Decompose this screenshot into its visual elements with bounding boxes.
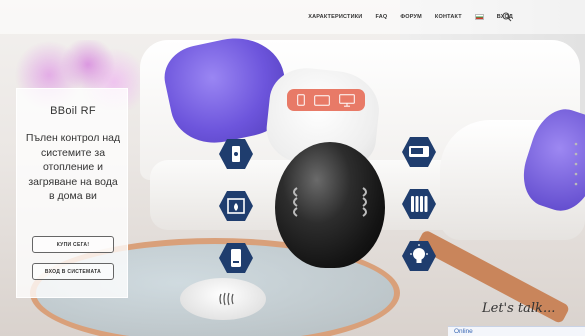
nav-item-features[interactable]: ХАРАКТЕРИСТИКИ: [308, 14, 362, 20]
nav-item-contact[interactable]: КОНТАКТ: [435, 14, 462, 20]
bboil-device-product: [275, 142, 385, 268]
light-bulb-icon[interactable]: [401, 240, 437, 272]
wall-switch-icon[interactable]: [218, 138, 254, 170]
top-navigation-bar: ХАРАКТЕРИСТИКИ FAQ ФОРУМ КОНТАКТ ВХОД: [0, 0, 585, 34]
nav-item-faq[interactable]: FAQ: [375, 14, 387, 20]
nav-item-forum[interactable]: ФОРУМ: [400, 14, 422, 20]
chat-sign-text: Let's talk...: [481, 301, 555, 316]
radiator-icon[interactable]: [401, 188, 437, 220]
desktop-icon[interactable]: [338, 93, 355, 107]
promo-panel: BBoil RF Пълен контрол над системите за …: [16, 88, 128, 298]
slider-dots[interactable]: [574, 140, 578, 200]
water-heater-icon[interactable]: [218, 242, 254, 274]
tablet-icon[interactable]: [314, 94, 330, 106]
bulgaria-flag-icon[interactable]: [474, 14, 484, 20]
buy-now-button[interactable]: КУПИ СЕГА!: [32, 236, 114, 253]
search-icon[interactable]: [502, 12, 512, 22]
ac-unit-icon[interactable]: [401, 136, 437, 168]
product-title: BBoil RF: [50, 105, 96, 117]
fireplace-icon[interactable]: [218, 190, 254, 222]
chat-online-bar[interactable]: Online: [448, 326, 585, 336]
device-selector: [287, 89, 365, 111]
main-nav: ХАРАКТЕРИСТИКИ FAQ ФОРУМ КОНТАКТ ВХОД: [295, 14, 513, 20]
right-grille-icon: [362, 187, 367, 217]
system-login-button[interactable]: ВХОД В СИСТЕМАТА: [32, 263, 114, 280]
small-device-product: [180, 278, 266, 320]
product-tagline: Пълен контрол над системите за отопление…: [25, 132, 121, 203]
left-grille-icon: [293, 187, 298, 217]
chat-sign[interactable]: Let's talk...: [478, 296, 578, 318]
grille-icon: [219, 292, 234, 306]
phone-icon[interactable]: [297, 94, 306, 106]
